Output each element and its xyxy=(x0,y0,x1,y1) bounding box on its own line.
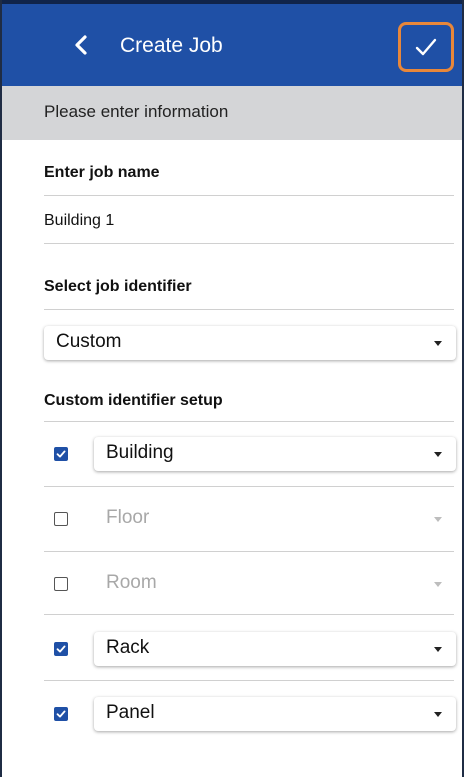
floor-checkbox[interactable] xyxy=(54,512,68,526)
building-level-value: Building xyxy=(106,442,174,463)
dropdown-caret-icon xyxy=(434,452,442,457)
dropdown-caret-icon xyxy=(434,517,442,522)
dropdown-caret-icon xyxy=(434,712,442,717)
dropdown-caret-icon xyxy=(434,582,442,587)
divider xyxy=(44,551,454,552)
divider xyxy=(44,614,454,615)
confirm-button[interactable] xyxy=(398,22,454,72)
room-level-value: Room xyxy=(106,572,157,593)
divider xyxy=(44,421,454,422)
floor-level-value: Floor xyxy=(106,507,150,528)
top-app-bar: Create Job xyxy=(2,0,462,86)
page-title: Create Job xyxy=(120,34,223,57)
room-level-select: Room xyxy=(94,567,456,601)
rack-level-value: Rack xyxy=(106,637,150,658)
custom-setup-label: Custom identifier setup xyxy=(44,392,223,409)
job-identifier-select[interactable]: Custom xyxy=(44,326,456,360)
rack-checkbox[interactable] xyxy=(54,642,68,656)
panel-level-select[interactable]: Panel xyxy=(94,697,456,731)
divider xyxy=(44,195,454,196)
panel-level-value: Panel xyxy=(106,702,155,723)
rack-level-select[interactable]: Rack xyxy=(94,632,456,666)
divider xyxy=(44,486,454,487)
dropdown-caret-icon xyxy=(434,647,442,652)
app-frame: Create Job Please enter information Ente… xyxy=(0,0,464,777)
building-checkbox[interactable] xyxy=(54,447,68,461)
back-button[interactable] xyxy=(66,29,98,61)
check-icon xyxy=(56,450,66,458)
chevron-left-icon xyxy=(75,35,87,55)
room-checkbox[interactable] xyxy=(54,577,68,591)
checkmark-icon xyxy=(415,38,437,56)
divider xyxy=(44,309,454,310)
panel-checkbox[interactable] xyxy=(54,707,68,721)
divider xyxy=(44,680,454,681)
building-level-select[interactable]: Building xyxy=(94,437,456,471)
floor-level-select: Floor xyxy=(94,502,456,536)
check-icon xyxy=(56,645,66,653)
check-icon xyxy=(56,710,66,718)
job-identifier-label: Select job identifier xyxy=(44,278,192,295)
info-text: Please enter information xyxy=(44,102,229,121)
job-name-input[interactable] xyxy=(44,212,404,230)
dropdown-caret-icon xyxy=(434,341,442,346)
info-banner: Please enter information xyxy=(2,86,462,140)
job-name-label: Enter job name xyxy=(44,164,160,181)
job-identifier-value: Custom xyxy=(56,331,122,352)
divider xyxy=(44,243,454,244)
